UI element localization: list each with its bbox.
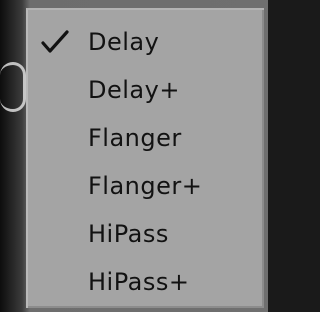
- menu-item-label: HiPass+: [88, 268, 190, 296]
- checkmark-icon: [41, 30, 69, 53]
- menu-item-label: Flanger+: [88, 172, 203, 200]
- menu-item-label: Delay+: [88, 76, 180, 104]
- menu-item-delay-plus[interactable]: Delay+: [28, 70, 264, 110]
- menu-item-hipass[interactable]: HiPass: [28, 214, 264, 254]
- menu-item-flanger-plus[interactable]: Flanger+: [28, 166, 264, 206]
- background-knob-outline: [0, 62, 26, 112]
- menu-item-delay[interactable]: Delay: [28, 22, 264, 62]
- effect-dropdown-menu: Delay Delay+ Flanger Flanger+ HiPass HiP…: [26, 8, 264, 308]
- menu-item-hipass-plus[interactable]: HiPass+: [28, 262, 264, 302]
- menu-item-label: Delay: [88, 28, 160, 56]
- menu-item-flanger[interactable]: Flanger: [28, 118, 264, 158]
- menu-item-label: Flanger: [88, 124, 182, 152]
- menu-item-label: HiPass: [88, 220, 169, 248]
